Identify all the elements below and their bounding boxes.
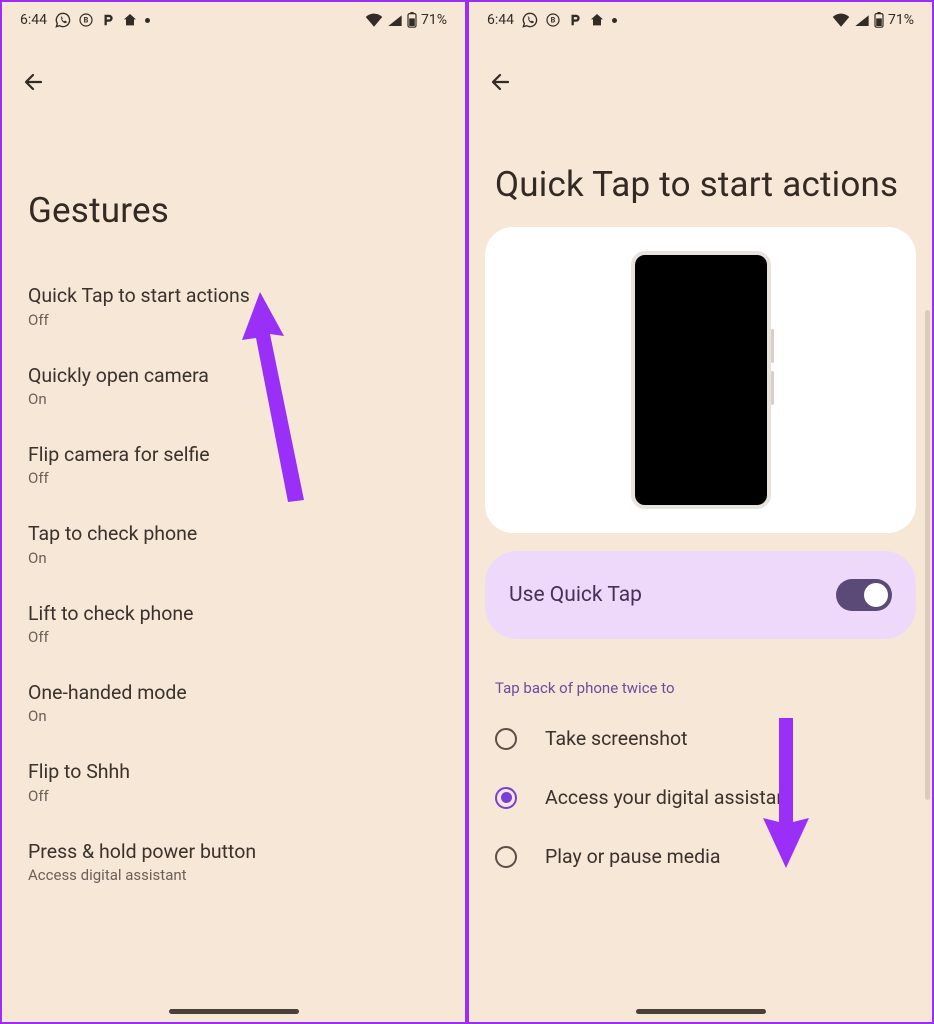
whatsapp-icon	[522, 12, 538, 28]
wifi-icon	[365, 13, 383, 27]
back-arrow-icon	[489, 70, 513, 94]
status-bar: 6:44 B 71%	[469, 2, 932, 38]
setting-sub: On	[28, 549, 439, 567]
setting-title: Press & hold power button	[28, 839, 439, 864]
back-arrow-icon	[22, 70, 46, 94]
setting-sub: Off	[28, 311, 439, 329]
status-bar: 6:44 B 71%	[2, 2, 465, 38]
setting-title: Tap to check phone	[28, 521, 439, 546]
switch-on-icon	[836, 579, 892, 611]
setting-sub: On	[28, 707, 439, 725]
left-panel: 6:44 B 71% Gestures Quick Tap to start a…	[0, 0, 467, 1024]
status-left: 6:44 B	[20, 12, 150, 28]
status-time: 6:44	[487, 12, 514, 28]
radio-unchecked-icon	[495, 728, 517, 750]
setting-tap-check[interactable]: Tap to check phone On	[28, 505, 439, 584]
right-panel: 6:44 B 71% Quick Tap to start actions Us…	[467, 0, 934, 1024]
signal-icon	[387, 13, 403, 27]
setting-sub: Off	[28, 787, 439, 805]
battery-text: 71%	[421, 12, 447, 28]
nav-handle[interactable]	[636, 1009, 766, 1014]
scrollbar[interactable]	[925, 310, 930, 800]
toggle-label: Use Quick Tap	[509, 583, 642, 607]
wifi-icon	[832, 13, 850, 27]
whatsapp-icon	[55, 12, 71, 28]
setting-one-handed[interactable]: One-handed mode On	[28, 664, 439, 743]
status-time: 6:44	[20, 12, 47, 28]
dot-icon	[145, 18, 150, 23]
battery-icon	[874, 12, 884, 28]
signal-icon	[854, 13, 870, 27]
dot-icon	[612, 18, 617, 23]
setting-title: Flip camera for selfie	[28, 442, 439, 467]
page-title: Gestures	[2, 104, 465, 267]
setting-open-camera[interactable]: Quickly open camera On	[28, 347, 439, 426]
radio-list: Take screenshot Access your digital assi…	[469, 709, 932, 886]
back-button[interactable]	[479, 60, 523, 104]
back-row	[469, 38, 932, 104]
radio-digital-assistant[interactable]: Access your digital assistant	[495, 768, 906, 827]
back-button[interactable]	[12, 60, 56, 104]
home-icon	[122, 12, 138, 28]
radio-play-pause[interactable]: Play or pause media	[495, 827, 906, 886]
radio-label: Play or pause media	[545, 845, 720, 868]
use-quick-tap-toggle[interactable]: Use Quick Tap	[485, 551, 916, 639]
battery-icon	[407, 12, 417, 28]
setting-title: Lift to check phone	[28, 601, 439, 626]
phone-illustration	[631, 251, 771, 509]
radio-checked-icon	[495, 787, 517, 809]
setting-sub: Access digital assistant	[28, 866, 439, 884]
setting-sub: On	[28, 390, 439, 408]
setting-title: Flip to Shhh	[28, 759, 439, 784]
status-right: 71%	[365, 12, 447, 28]
status-icons-left: B	[522, 12, 617, 28]
section-header: Tap back of phone twice to	[469, 639, 932, 709]
setting-flip-camera[interactable]: Flip camera for selfie Off	[28, 426, 439, 505]
radio-label: Access your digital assistant	[545, 786, 794, 809]
status-icons-left: B	[55, 12, 150, 28]
nav-handle[interactable]	[169, 1009, 299, 1014]
svg-text:B: B	[551, 16, 556, 25]
radio-take-screenshot[interactable]: Take screenshot	[495, 709, 906, 768]
settings-list: Quick Tap to start actions Off Quickly o…	[2, 267, 465, 902]
circle-b-icon: B	[545, 12, 561, 28]
setting-title: Quickly open camera	[28, 363, 439, 388]
radio-unchecked-icon	[495, 846, 517, 868]
page-title: Quick Tap to start actions	[469, 104, 932, 227]
setting-quick-tap[interactable]: Quick Tap to start actions Off	[28, 267, 439, 346]
home-icon	[589, 12, 605, 28]
status-left: 6:44 B	[487, 12, 617, 28]
status-right: 71%	[832, 12, 914, 28]
radio-label: Take screenshot	[545, 727, 688, 750]
preview-card	[485, 227, 916, 533]
p-icon	[101, 12, 115, 28]
back-row	[2, 38, 465, 104]
svg-text:B: B	[84, 16, 89, 25]
circle-b-icon: B	[78, 12, 94, 28]
setting-title: Quick Tap to start actions	[28, 283, 439, 308]
setting-sub: Off	[28, 469, 439, 487]
setting-title: One-handed mode	[28, 680, 439, 705]
setting-power-button[interactable]: Press & hold power button Access digital…	[28, 823, 439, 902]
battery-text: 71%	[888, 12, 914, 28]
setting-sub: Off	[28, 628, 439, 646]
setting-lift-check[interactable]: Lift to check phone Off	[28, 585, 439, 664]
p-icon	[568, 12, 582, 28]
setting-flip-shhh[interactable]: Flip to Shhh Off	[28, 743, 439, 822]
